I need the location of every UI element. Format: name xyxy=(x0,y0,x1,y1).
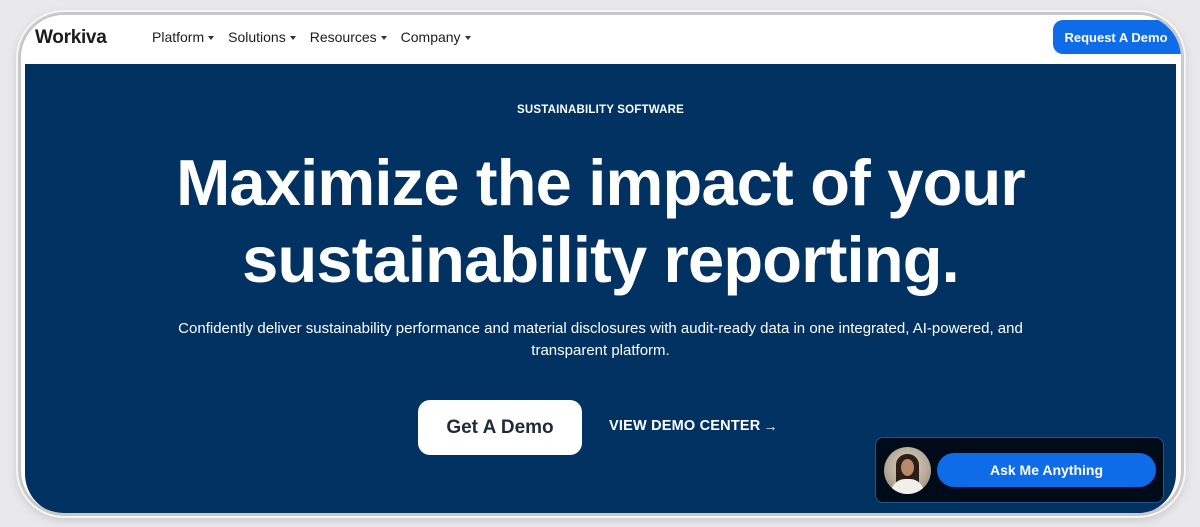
headline-line-1: Maximize the impact of your xyxy=(176,146,1026,219)
nav-item-platform[interactable]: Platform xyxy=(152,29,215,45)
arrow-right-icon: → xyxy=(763,418,778,434)
hero-eyebrow: SUSTAINABILITY SOFTWARE xyxy=(516,104,685,116)
headline-line-2: sustainability reporting. xyxy=(242,223,960,296)
top-navigation: Workiva Platform Solutions Resources Com… xyxy=(21,15,1181,63)
hero-headline: Maximize the impact of your sustainabili… xyxy=(25,144,1176,298)
caret-down-icon xyxy=(208,35,215,40)
nav-item-label: Company xyxy=(400,29,461,45)
request-demo-button[interactable]: Request A Demo xyxy=(1053,20,1181,54)
agent-avatar-icon[interactable] xyxy=(884,447,931,494)
nav-item-label: Platform xyxy=(152,29,205,45)
nav-item-company[interactable]: Company xyxy=(401,29,471,45)
hero-subtext: Confidently deliver sustainability perfo… xyxy=(178,320,1023,359)
view-demo-center-link[interactable]: VIEW DEMO CENTER → xyxy=(609,418,778,434)
caret-down-icon xyxy=(464,35,471,40)
nav-item-label: Solutions xyxy=(228,29,286,45)
nav-item-resources[interactable]: Resources xyxy=(310,29,387,45)
ask-me-anything-button[interactable]: Ask Me Anything xyxy=(937,453,1156,487)
get-demo-button[interactable]: Get A Demo xyxy=(418,400,582,455)
nav-item-solutions[interactable]: Solutions xyxy=(228,29,296,45)
caret-down-icon xyxy=(289,35,296,40)
nav-menu: Platform Solutions Resources Company xyxy=(152,29,471,45)
nav-item-label: Resources xyxy=(309,29,377,45)
caret-down-icon xyxy=(380,35,387,40)
chat-widget: Ask Me Anything xyxy=(875,437,1164,503)
workiva-logo[interactable]: Workiva xyxy=(35,27,107,49)
view-demo-center-label: VIEW DEMO CENTER xyxy=(609,418,761,434)
